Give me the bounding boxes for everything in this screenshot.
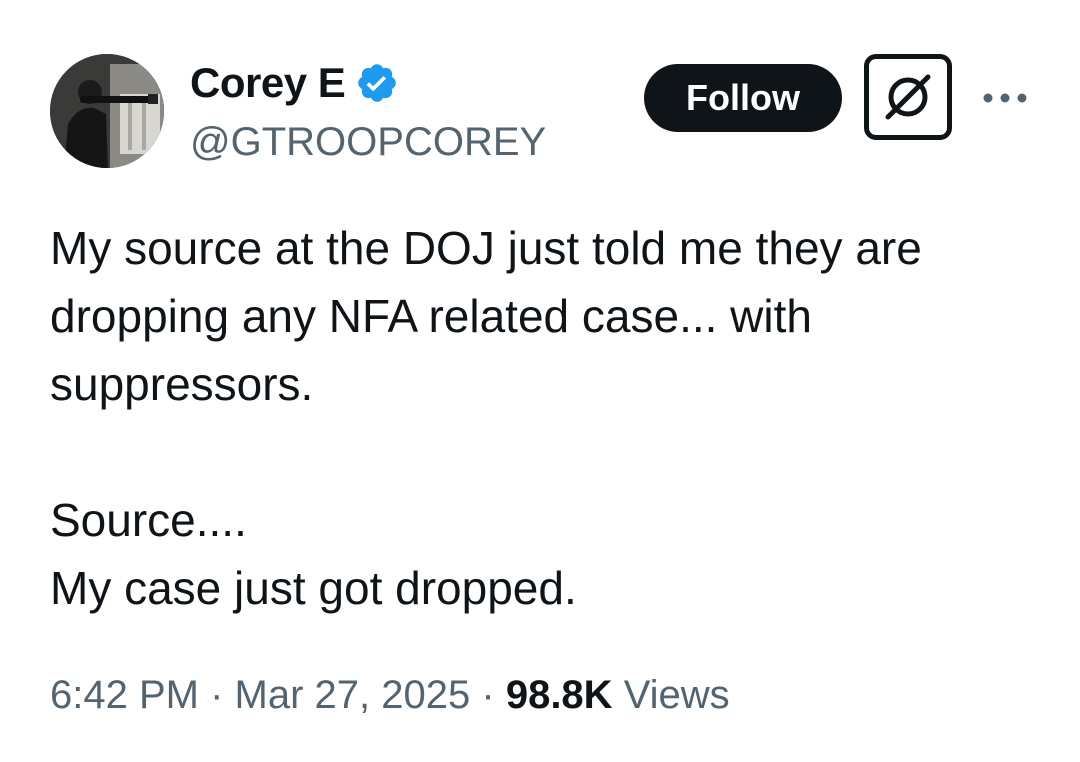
author-display-name[interactable]: Corey E — [190, 58, 346, 108]
views-label: Views — [623, 673, 730, 717]
avatar-photo — [50, 54, 164, 168]
author-name-row: Corey E — [190, 58, 399, 108]
verified-badge-icon[interactable] — [355, 61, 399, 105]
tweet-paragraph: My source at the DOJ just told me they a… — [50, 222, 935, 410]
tweet-text: My source at the DOJ just told me they a… — [50, 214, 1040, 622]
views-count[interactable]: 98.8K — [506, 673, 613, 717]
slashed-circle-icon — [885, 74, 931, 120]
follow-button[interactable]: Follow — [644, 64, 842, 132]
meta-separator: · — [481, 673, 495, 717]
tweet-time[interactable]: 6:42 PM — [50, 673, 199, 717]
avatar[interactable] — [50, 54, 164, 168]
tweet-date[interactable]: Mar 27, 2025 — [235, 673, 471, 717]
tweet-metadata: 6:42 PM · Mar 27, 2025 · 98.8K Views — [50, 668, 730, 722]
meta-separator: · — [210, 673, 224, 717]
tweet-line: Source.... — [50, 494, 247, 546]
tweet-card: Corey E @GTROOPCOREY Follow My source at… — [0, 0, 1080, 762]
author-handle[interactable]: @GTROOPCOREY — [190, 118, 546, 166]
grok-button[interactable] — [864, 54, 952, 140]
tweet-line: My case just got dropped. — [50, 562, 577, 614]
more-options-button[interactable] — [980, 80, 1030, 116]
ellipsis-icon — [983, 93, 1027, 103]
